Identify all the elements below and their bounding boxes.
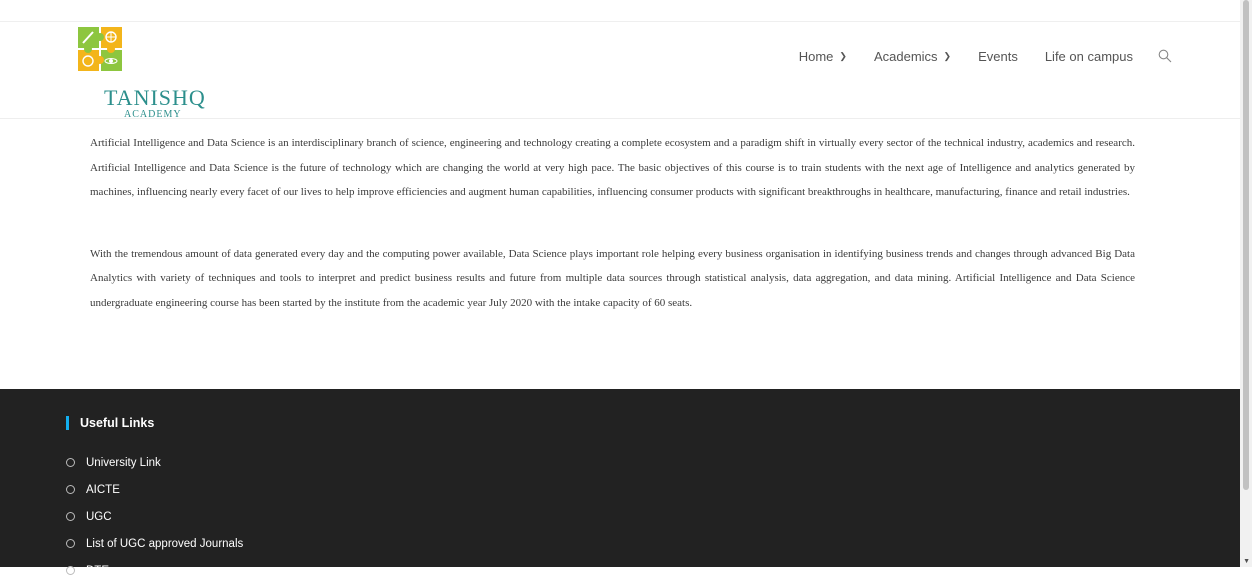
footer-link-label: DTE	[86, 564, 109, 577]
nav-item-academics[interactable]: Academics ❯	[874, 48, 951, 64]
nav-item-label: Home	[798, 48, 834, 64]
nav-item-events[interactable]: Events	[978, 48, 1018, 64]
content-paragraph: Artificial Intelligence and Data Science…	[90, 137, 1135, 198]
site-footer: Useful Links University Link AICTE UGC L…	[0, 389, 1240, 577]
site-header: TANISHQ ACADEMY Home ❯ Academics ❯ Event…	[0, 22, 1240, 120]
scroll-down-arrow-icon[interactable]: ▼	[1243, 558, 1250, 565]
scrollbar-thumb[interactable]	[1243, 0, 1249, 490]
main-content: Artificial Intelligence and Data Science…	[90, 131, 1135, 315]
circle-bullet-icon	[66, 485, 75, 494]
puzzle-logo-icon	[78, 27, 122, 71]
nav-item-label: Events	[978, 48, 1018, 64]
footer-link-label: List of UGC approved Journals	[86, 537, 244, 550]
logo-text: TANISHQ	[104, 85, 206, 110]
footer-link-ugc-journals[interactable]: List of UGC approved Journals	[66, 530, 243, 557]
search-icon[interactable]	[1158, 49, 1172, 63]
footer-link-label: AICTE	[86, 483, 120, 496]
footer-links-list: University Link AICTE UGC List of UGC ap…	[66, 449, 243, 584]
main-nav: Home ❯ Academics ❯ Events Life on campus	[772, 48, 1172, 64]
footer-link-label: UGC	[86, 510, 112, 523]
chevron-down-icon: ❯	[943, 50, 952, 61]
circle-bullet-icon	[66, 512, 75, 521]
footer-link-aicte[interactable]: AICTE	[66, 476, 243, 503]
circle-bullet-icon	[66, 539, 75, 548]
circle-bullet-icon	[66, 566, 75, 575]
nav-item-label: Life on campus	[1044, 48, 1133, 64]
site-logo[interactable]: TANISHQ ACADEMY	[52, 25, 205, 120]
nav-item-life-on-campus[interactable]: Life on campus	[1045, 48, 1133, 64]
footer-link-ugc[interactable]: UGC	[66, 503, 243, 530]
footer-link-label: University Link	[86, 456, 161, 469]
content-paragraph: With the tremendous amount of data gener…	[90, 247, 1135, 309]
circle-bullet-icon	[66, 458, 75, 467]
page-scrollbar[interactable]: ▼	[1240, 0, 1252, 567]
footer-link-dte[interactable]: DTE	[66, 557, 243, 584]
chevron-down-icon: ❯	[839, 50, 847, 61]
logo-subtitle: ACADEMY	[124, 109, 182, 120]
nav-item-label: Academics	[873, 48, 938, 64]
footer-link-university[interactable]: University Link	[66, 449, 243, 476]
footer-widget-title: Useful Links	[66, 416, 154, 430]
nav-item-home[interactable]: Home ❯	[799, 48, 847, 64]
